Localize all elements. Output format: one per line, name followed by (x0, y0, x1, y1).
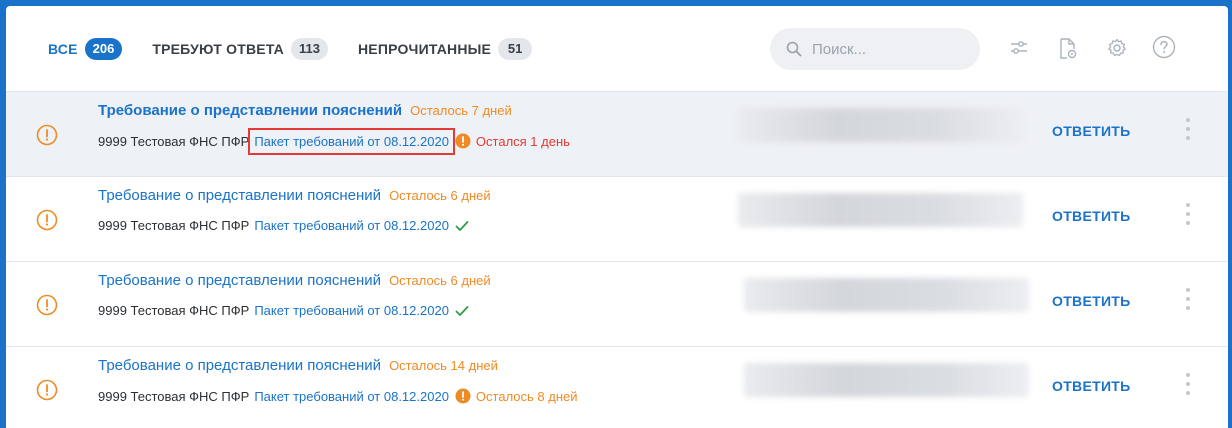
document-view-icon[interactable] (1058, 38, 1078, 60)
request-title-link[interactable]: Требование о представлении пояснений (98, 357, 381, 374)
help-icon[interactable] (1152, 35, 1176, 59)
filter-icon[interactable] (1009, 38, 1029, 58)
redacted-info (738, 193, 1023, 227)
alert-icon (36, 294, 58, 316)
request-title-link[interactable]: Требование о представлении пояснений (98, 102, 402, 119)
toolbar: ВСЕ 206 ТРЕБУЮТ ОТВЕТА 113 НЕПРОЧИТАННЫЕ… (6, 6, 1228, 92)
deadline-text: Осталось 14 дней (389, 358, 498, 373)
tab-unread-label: НЕПРОЧИТАННЫЕ (357, 40, 492, 57)
search-input[interactable]: Поиск... (770, 28, 980, 70)
search-icon (786, 41, 802, 57)
organization-name: 9999 Тестовая ФНС ПФР (98, 303, 250, 318)
search-placeholder: Поиск... (812, 40, 867, 58)
check-icon (455, 220, 469, 231)
more-vertical-icon[interactable] (1184, 286, 1192, 312)
package-status-text: Осталось 8 дней (475, 388, 578, 404)
reply-button[interactable]: ОТВЕТИТЬ (1052, 123, 1131, 139)
row-subtitle: 9999 Тестовая ФНС ПФР Пакет требований о… (98, 127, 570, 155)
deadline-text: Осталось 7 дней (410, 103, 512, 118)
settings-icon[interactable] (1107, 38, 1127, 58)
redacted-info (738, 108, 1023, 142)
more-vertical-icon[interactable] (1184, 201, 1192, 227)
deadline-text: Осталось 6 дней (389, 188, 491, 203)
list-item[interactable]: Требование о представлении пояснений Ост… (6, 347, 1228, 428)
warning-icon (455, 388, 471, 404)
row-subtitle: 9999 Тестовая ФНС ПФР Пакет требований о… (98, 388, 578, 404)
reply-button[interactable]: ОТВЕТИТЬ (1052, 293, 1131, 309)
reply-button[interactable]: ОТВЕТИТЬ (1052, 208, 1131, 224)
tab-all-label: ВСЕ (48, 40, 78, 57)
row-title: Требование о представлении пояснений Ост… (98, 102, 512, 119)
alert-icon (36, 124, 58, 146)
row-title: Требование о представлении пояснений Ост… (98, 272, 491, 289)
reply-button[interactable]: ОТВЕТИТЬ (1052, 378, 1131, 394)
warning-icon (455, 133, 471, 149)
list-item[interactable]: Требование о представлении пояснений Ост… (6, 92, 1228, 177)
redacted-info (744, 278, 1029, 312)
more-vertical-icon[interactable] (1184, 371, 1192, 397)
tab-unread-count: 51 (498, 37, 533, 60)
row-subtitle: 9999 Тестовая ФНС ПФР Пакет требований о… (98, 303, 469, 318)
check-icon (455, 305, 469, 316)
package-link[interactable]: Пакет требований от 08.12.2020 (254, 389, 449, 404)
deadline-text: Осталось 6 дней (389, 273, 491, 288)
package-link[interactable]: Пакет требований от 08.12.2020 (254, 218, 449, 233)
row-subtitle: 9999 Тестовая ФНС ПФР Пакет требований о… (98, 218, 469, 233)
requests-panel: ВСЕ 206 ТРЕБУЮТ ОТВЕТА 113 НЕПРОЧИТАННЫЕ… (6, 6, 1228, 428)
row-title: Требование о представлении пояснений Ост… (98, 357, 498, 374)
request-title-link[interactable]: Требование о представлении пояснений (98, 187, 381, 204)
organization-name: 9999 Тестовая ФНС ПФР (98, 388, 250, 404)
list-item[interactable]: Требование о представлении пояснений Ост… (6, 177, 1228, 262)
tab-unread[interactable]: НЕПРОЧИТАННЫЕ 51 (357, 37, 533, 60)
requests-list: Требование о представлении пояснений Ост… (6, 92, 1228, 428)
more-vertical-icon[interactable] (1184, 116, 1192, 142)
list-item[interactable]: Требование о представлении пояснений Ост… (6, 262, 1228, 347)
request-title-link[interactable]: Требование о представлении пояснений (98, 272, 381, 289)
tab-need-reply-label: ТРЕБУЮТ ОТВЕТА (152, 40, 284, 57)
tab-need-reply[interactable]: ТРЕБУЮТ ОТВЕТА 113 (152, 37, 328, 60)
tab-all-count: 206 (84, 37, 123, 60)
package-status-text: Остался 1 день (475, 133, 570, 149)
alert-icon (36, 209, 58, 231)
package-link[interactable]: Пакет требований от 08.12.2020 (248, 127, 455, 155)
alert-icon (36, 379, 58, 401)
redacted-info (744, 363, 1029, 397)
row-title: Требование о представлении пояснений Ост… (98, 187, 491, 204)
tab-need-reply-count: 113 (291, 37, 328, 60)
organization-name: 9999 Тестовая ФНС ПФР (98, 133, 250, 149)
tab-all[interactable]: ВСЕ 206 (48, 37, 123, 60)
package-link[interactable]: Пакет требований от 08.12.2020 (254, 303, 449, 318)
organization-name: 9999 Тестовая ФНС ПФР (98, 218, 250, 233)
